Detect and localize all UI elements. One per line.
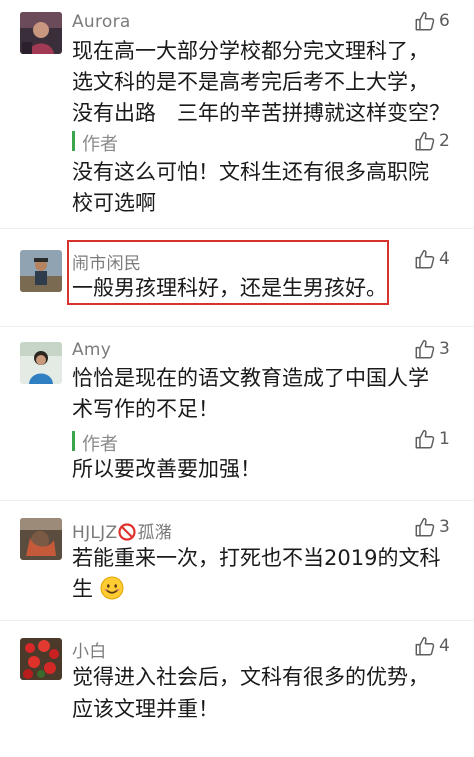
like-button[interactable]: 1 [414,426,454,452]
like-button[interactable]: 2 [414,128,454,154]
comment-text-line: 选文科的是不是高考完后考不上大学， [72,70,429,94]
like-button[interactable]: 3 [414,336,454,362]
comment-text-fragment: 生 [72,577,93,601]
avatar-xiaobai[interactable] [20,638,62,680]
reply-text-line: 没有这么可怕！文科生还有很多高职院 [72,160,429,184]
thumbs-up-icon [414,338,436,360]
like-count: 3 [439,339,450,359]
like-button[interactable]: 3 [414,514,454,540]
thumbs-up-icon [414,10,436,32]
avatar-naoshixianmin[interactable] [20,250,62,292]
thumbs-up-icon [414,248,436,270]
author-reply-bar [72,431,75,451]
highlight-box [67,240,389,305]
thumbs-up-icon [414,516,436,538]
like-button[interactable]: 6 [414,8,454,34]
divider [0,500,474,501]
comment-text-line: 应该文理并重！ [72,697,219,721]
no-entry-icon [118,523,137,541]
comment-text-line: 现在高一大部分学校都分完文理科了， [72,39,429,63]
avatar-aurora[interactable] [20,12,62,54]
smiling-face-icon [100,576,124,600]
username-suffix: 孤潴 [137,523,173,543]
avatar-hjljz[interactable] [20,518,62,560]
username-prefix: HJLJZ [72,523,118,543]
author-reply-bar [72,131,75,151]
reply-text-line: 校可选啊 [72,191,156,215]
username[interactable]: 小白 [72,637,107,662]
username[interactable]: Aurora [72,12,131,32]
comment-text-line: 觉得进入社会后，文科有很多的优势， [72,665,429,689]
author-label: 作者 [82,434,118,455]
thumbs-up-icon [414,635,436,657]
thumbs-up-icon [414,130,436,152]
comment-text-line: 生 [72,574,124,605]
reply-text-line: 所以要改善要加强！ [72,457,261,481]
username[interactable]: HJLJZ 孤潴 [72,518,172,543]
avatar-amy[interactable] [20,342,62,384]
comment-text-line: 术写作的不足！ [72,397,219,421]
divider [0,326,474,327]
like-count: 2 [439,131,450,151]
like-count: 1 [439,429,450,449]
divider [0,620,474,621]
username[interactable]: Amy [72,340,111,360]
divider [0,228,474,229]
like-button[interactable]: 4 [414,246,454,272]
like-count: 4 [439,636,450,656]
comment-text-line: 若能重来一次，打死也不当2019的文科 [72,546,441,570]
comment-text-line: 没有出路 三年的辛苦拼搏就这样变空？ [72,101,450,125]
like-button[interactable]: 4 [414,633,454,659]
author-label: 作者 [82,134,118,155]
like-count: 6 [439,11,450,31]
comment-text-line: 恰恰是现在的语文教育造成了中国人学 [72,366,429,390]
like-count: 4 [439,249,450,269]
like-count: 3 [439,517,450,537]
thumbs-up-icon [414,428,436,450]
